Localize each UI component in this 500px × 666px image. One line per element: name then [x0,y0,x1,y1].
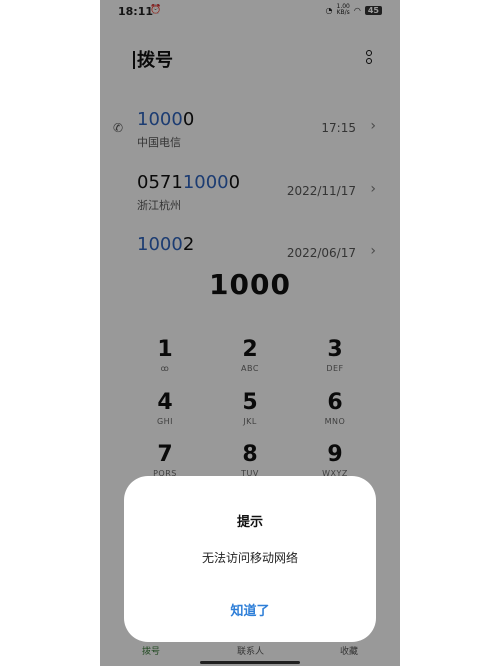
alert-dialog: 提示 无法访问移动网络 知道了 [124,476,376,642]
dialog-ok-button[interactable]: 知道了 [210,600,290,619]
dialog-message: 无法访问移动网络 [201,551,298,565]
phone-screen: 18:11 ⏰ ◔ 1.00 KB/s ◠ 45 拨号 ✆ 10000 中国电信… [100,0,400,666]
dialog-title: 提示 [236,515,263,530]
